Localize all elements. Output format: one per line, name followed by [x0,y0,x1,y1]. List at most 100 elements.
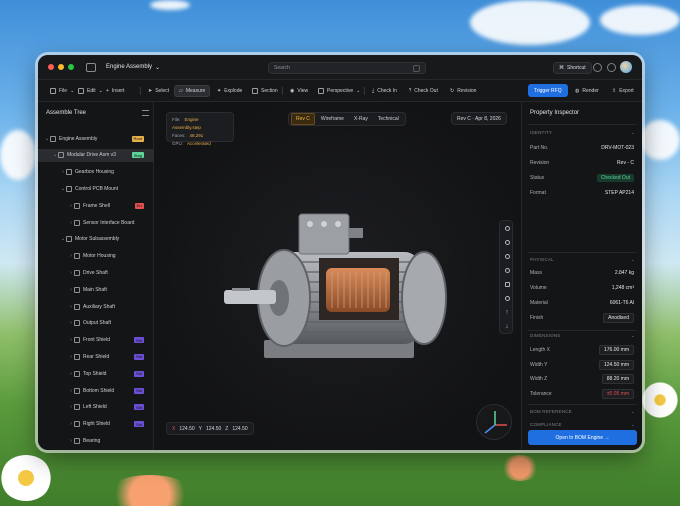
grid-icon[interactable] [500,277,514,291]
cursor-icon: ➤ [148,88,153,94]
tree-item[interactable]: › Bearing [38,434,154,447]
tree-item[interactable]: › Drive Shaft [38,266,154,279]
property-value: Checked Out [596,174,634,182]
property-value[interactable]: 176.00 mm [598,345,634,355]
divider [528,252,637,253]
shaft-key [232,288,250,291]
property-value[interactable]: 88.20 mm [601,374,634,384]
tree-item[interactable]: › Rear Shield Std [38,350,154,363]
part-icon [74,286,80,293]
tree-item-label: Motor Housing [83,253,116,260]
tree-item[interactable]: › Motor Housing [38,250,154,263]
property-row: Width Y 124.50 mm [530,359,634,371]
gpu-value: Accelerated [187,141,211,146]
arrow-up-icon[interactable]: ↑ [500,305,514,319]
toolbar-label: Edit [87,88,96,94]
gear-icon[interactable] [500,221,514,235]
settings-icon[interactable] [607,63,616,72]
cloud [0,130,36,180]
tree-item[interactable]: › Top Shield Std [38,367,154,380]
tree-item[interactable]: › Gearbox Housing [38,166,154,179]
pin-icon[interactable] [500,291,514,305]
property-value[interactable]: Anodised [603,313,634,323]
sidebar-toggle-icon[interactable] [86,62,96,72]
measure-tool-button[interactable]: ▱ Measure [174,85,211,97]
file-label: File: [172,117,181,122]
insert-button[interactable]: + Insert [102,85,128,97]
close-window-button[interactable] [48,64,54,70]
select-tool-button[interactable]: ➤ Select [144,85,173,97]
tree-item[interactable]: ⌄ Control PCB Mount [38,182,154,195]
section-header-dimensions[interactable]: DIMENSIONS ⌄ [530,333,635,339]
property-value[interactable]: ±0.05 mm [601,388,634,399]
tab-wireframe[interactable]: Wireframe [317,114,348,124]
tree-item[interactable]: › Frame Shell Err [38,199,154,212]
tree-item[interactable]: ⌄ Modular Drive Asm v3 Stag [38,148,154,162]
tree-item[interactable]: › Left Shield Std [38,401,154,414]
check-out-button[interactable]: ⤒ Check Out [405,85,442,97]
rotate-icon[interactable] [500,235,514,249]
open-in-bom-engine-button[interactable]: Open In BOM Engine → [528,430,637,445]
collapse-panel-icon[interactable] [142,110,149,116]
circle-icon[interactable] [500,263,514,277]
property-value[interactable]: 124.50 mm [598,359,634,370]
tree-item[interactable]: ⌄ Motor Subassembly [38,233,154,246]
section-header-compliance[interactable]: COMPLIANCE ⌄ [530,422,635,428]
avatar[interactable] [620,61,632,73]
toolbar-label: Insert [111,88,125,94]
perspective-dropdown[interactable]: Perspective ⌄ [314,85,364,97]
tree-item[interactable]: › Output Shaft [38,317,154,330]
tree-item[interactable]: › Main Shaft [38,283,154,296]
toolbar-divider [364,87,365,95]
tree-item[interactable]: › Bottom Shield Std [38,384,154,397]
tree-item-label: Frame Shell [83,202,110,209]
part-icon [74,337,80,344]
section-header-identity[interactable]: IDENTITY ⌄ [530,130,635,136]
check-in-button[interactable]: ⤓ Check In [368,85,401,97]
tree-item[interactable]: ⌄ Engine Assembly Root [38,132,154,145]
tab-rev-c[interactable]: Rev C [291,113,315,125]
export-button[interactable]: ⇪ Export [608,85,638,97]
electric-motor-model[interactable] [224,202,484,382]
minimize-window-button[interactable] [58,64,64,70]
tab-technical[interactable]: Technical [374,114,403,124]
section-tool-button[interactable]: Section [248,85,282,97]
model-viewport[interactable]: File: Engine Assembly.step Faces: 48,291 G… [154,102,521,450]
tree-item[interactable]: › Auxiliary Shaft [38,300,154,313]
revision-chip[interactable]: Rev C · Apr 8, 2026 [451,112,507,125]
document-title[interactable]: Engine Assembly ⌄ [106,64,160,71]
help-icon[interactable] [593,63,602,72]
explode-icon: ✦ [217,88,222,94]
tab-x-ray[interactable]: X-Ray [350,114,372,124]
part-icon [58,152,64,159]
property-key: Tolerance [530,390,552,397]
tree-item[interactable]: › Sensor Interface Board [38,216,154,229]
property-row: Mass 2.847 kg [530,267,634,279]
panel-title: Property Inspector [530,110,580,116]
search-input[interactable]: Search [268,62,426,74]
axis-gizmo[interactable] [476,404,512,440]
chevron-down-icon: ⌄ [155,64,161,71]
render-button[interactable]: ◍ Render [571,85,603,97]
section-header-bom-reference[interactable]: BOM REFERENCE ⌄ [530,409,635,415]
section-header-physical[interactable]: PHYSICAL ⌄ [530,257,635,263]
arrow-down-icon[interactable]: ↓ [500,319,514,333]
explode-tool-button[interactable]: ✦ Explode [213,85,246,97]
tree-item[interactable]: › Front Shield Std [38,334,154,347]
trigger-rfq-button[interactable]: Trigger RFQ [528,84,568,97]
view-button[interactable]: ◉ View [286,85,312,97]
revision-button[interactable]: ↻ Revision [446,85,480,97]
maximize-window-button[interactable] [68,64,74,70]
file-icon [50,88,56,94]
tree-item-label: Top Shield [83,370,107,377]
cube-icon [318,88,324,94]
property-row: Format STEP AP214 [530,187,634,199]
shortcut-button[interactable]: ⌘ Shortcut [553,62,592,74]
tree-item-label: Modular Drive Asm v3 [67,152,116,159]
zoom-icon[interactable] [500,249,514,263]
tree-item[interactable]: › Right Shield Std [38,418,154,431]
toolbar-divider [140,87,141,95]
status-badge: Root [131,135,144,142]
tree-item-label: Right Shield [83,421,110,428]
part-icon [66,185,72,192]
